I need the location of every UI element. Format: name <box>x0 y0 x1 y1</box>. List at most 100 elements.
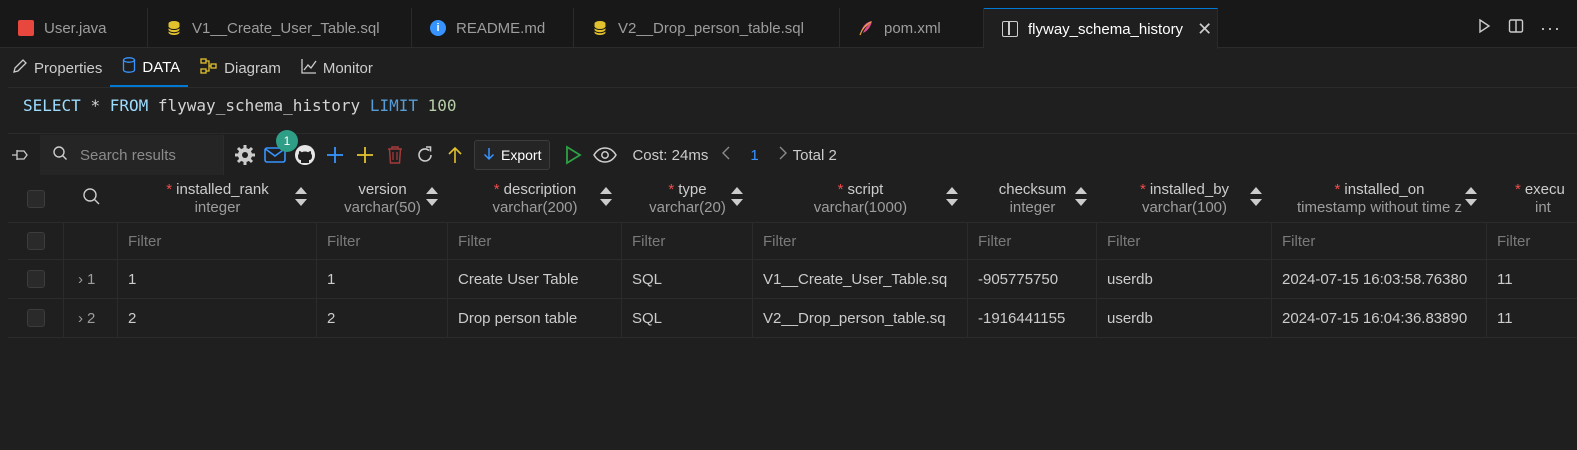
table-row[interactable]: › 2 2 2 Drop person table SQL V2__Drop_pe… <box>8 299 1577 338</box>
sql-number: 100 <box>427 96 457 115</box>
feather-icon <box>858 20 874 36</box>
sort-icon[interactable] <box>600 187 612 207</box>
row-checkbox[interactable] <box>26 270 45 288</box>
info-icon: i <box>430 20 446 36</box>
sort-icon[interactable] <box>426 187 438 207</box>
sort-icon[interactable] <box>295 187 307 207</box>
sort-icon[interactable] <box>1465 187 1477 207</box>
filter-execution-time[interactable]: Filter <box>1487 223 1577 259</box>
query-cost: Cost: 24ms <box>632 146 709 164</box>
column-name: checksum <box>998 180 1067 198</box>
mail-icon[interactable]: 1 <box>262 130 298 168</box>
cell-version[interactable]: 2 <box>317 299 448 337</box>
select-all-checkbox[interactable] <box>27 189 45 208</box>
refresh-icon[interactable] <box>412 142 438 168</box>
column-name: type <box>678 180 707 198</box>
search-results-input[interactable]: Search results <box>40 135 224 175</box>
column-type: varchar(20) <box>649 198 726 216</box>
cell-description[interactable]: Create User Table <box>448 260 622 298</box>
close-icon[interactable]: ✕ <box>1197 19 1212 40</box>
sort-icon[interactable] <box>946 187 958 207</box>
cell-execution-time[interactable]: 11 <box>1487 260 1577 298</box>
cell-version[interactable]: 1 <box>317 260 448 298</box>
cell-installed-rank[interactable]: 2 <box>118 299 317 337</box>
trash-icon[interactable] <box>382 142 408 168</box>
gear-icon[interactable] <box>232 142 258 168</box>
tab-diagram[interactable]: Diagram <box>188 49 289 87</box>
cell-installed-rank[interactable]: 1 <box>118 260 317 298</box>
column-header-installed-on[interactable]: * installed_on timestamp without time z <box>1272 175 1487 222</box>
chevron-right-icon: › <box>78 270 83 288</box>
tab-user-java[interactable]: User.java <box>0 8 148 48</box>
more-icon[interactable]: ··· <box>1540 18 1561 39</box>
row-checkbox[interactable] <box>26 309 45 327</box>
row-number-label: 1 <box>87 270 96 288</box>
row-number[interactable]: › 2 <box>64 299 118 337</box>
eye-icon[interactable] <box>592 142 618 168</box>
sort-icon[interactable] <box>731 187 743 207</box>
tab-flyway-schema-history[interactable]: flyway_schema_history ✕ <box>984 8 1218 49</box>
tab-readme[interactable]: i README.md <box>412 8 574 48</box>
github-icon[interactable] <box>292 142 318 168</box>
column-header-execution-time[interactable]: * execu int <box>1487 175 1577 222</box>
cell-installed-by[interactable]: userdb <box>1097 260 1272 298</box>
export-button[interactable]: Export <box>474 140 551 170</box>
database-icon <box>166 20 182 36</box>
cell-installed-on[interactable]: 2024-07-15 16:04:36.83890 <box>1272 299 1487 337</box>
cell-checksum[interactable]: -1916441155 <box>968 299 1097 337</box>
cell-installed-by[interactable]: userdb <box>1097 299 1272 337</box>
column-name: script <box>847 180 884 198</box>
filter-type[interactable]: Filter <box>622 223 753 259</box>
cell-script[interactable]: V2__Drop_person_table.sq <box>753 299 968 337</box>
run-icon[interactable] <box>1476 18 1492 38</box>
chevron-right-icon[interactable] <box>779 146 787 164</box>
cell-installed-on[interactable]: 2024-07-15 16:03:58.76380 <box>1272 260 1487 298</box>
sql-query-editor[interactable]: SELECT * FROM flyway_schema_history LIMI… <box>8 87 1577 134</box>
column-header-type[interactable]: * type varchar(20) <box>622 175 753 222</box>
filter-installed-on[interactable]: Filter <box>1272 223 1487 259</box>
column-name: installed_on <box>1344 180 1425 198</box>
sql-keyword: SELECT <box>23 96 81 115</box>
tab-pom-xml[interactable]: pom.xml <box>840 8 984 48</box>
pin-icon[interactable] <box>0 135 40 175</box>
table-row[interactable]: › 1 1 1 Create User Table SQL V1__Create_… <box>8 260 1577 299</box>
cell-script[interactable]: V1__Create_User_Table.sq <box>753 260 968 298</box>
split-editor-icon[interactable] <box>1508 18 1524 38</box>
filter-checksum[interactable]: Filter <box>968 223 1097 259</box>
chevron-left-icon[interactable] <box>722 146 730 164</box>
checkbox[interactable] <box>26 232 45 250</box>
editor-tab-bar: User.java V1__Create_User_Table.sql i RE… <box>0 8 1577 49</box>
cell-description[interactable]: Drop person table <box>448 299 622 337</box>
column-header-installed-rank[interactable]: * installed_rank integer <box>118 175 317 222</box>
tab-v1-create-user-table[interactable]: V1__Create_User_Table.sql <box>148 8 412 48</box>
add-row-icon[interactable] <box>322 142 348 168</box>
tab-properties[interactable]: Properties <box>0 49 110 87</box>
sort-icon[interactable] <box>1250 187 1262 207</box>
column-header-checksum[interactable]: checksum integer <box>968 175 1097 222</box>
cell-type[interactable]: SQL <box>622 260 753 298</box>
cell-checksum[interactable]: -905775750 <box>968 260 1097 298</box>
row-number[interactable]: › 1 <box>64 260 118 298</box>
cell-type[interactable]: SQL <box>622 299 753 337</box>
current-page[interactable]: 1 <box>750 147 758 164</box>
tab-v2-drop-person-table[interactable]: V2__Drop_person_table.sql <box>574 8 840 48</box>
search-icon[interactable] <box>82 187 100 210</box>
filter-description[interactable]: Filter <box>448 223 622 259</box>
filter-installed-rank[interactable]: Filter <box>118 223 317 259</box>
column-type: integer <box>194 198 241 216</box>
column-header-script[interactable]: * script varchar(1000) <box>753 175 968 222</box>
tab-monitor[interactable]: Monitor <box>289 49 381 87</box>
results-toolbar: Search results 1 Export Cost: 24ms 1 Tot… <box>0 130 1577 175</box>
column-header-installed-by[interactable]: * installed_by varchar(100) <box>1097 175 1272 222</box>
column-header-version[interactable]: version varchar(50) <box>317 175 448 222</box>
cell-execution-time[interactable]: 11 <box>1487 299 1577 337</box>
column-header-description[interactable]: * description varchar(200) <box>448 175 622 222</box>
play-icon[interactable] <box>560 142 586 168</box>
filter-script[interactable]: Filter <box>753 223 968 259</box>
filter-installed-by[interactable]: Filter <box>1097 223 1272 259</box>
add-column-icon[interactable] <box>352 142 378 168</box>
sort-icon[interactable] <box>1075 187 1087 207</box>
tab-data[interactable]: DATA <box>110 49 189 87</box>
arrow-up-icon[interactable] <box>442 142 468 168</box>
filter-version[interactable]: Filter <box>317 223 448 259</box>
